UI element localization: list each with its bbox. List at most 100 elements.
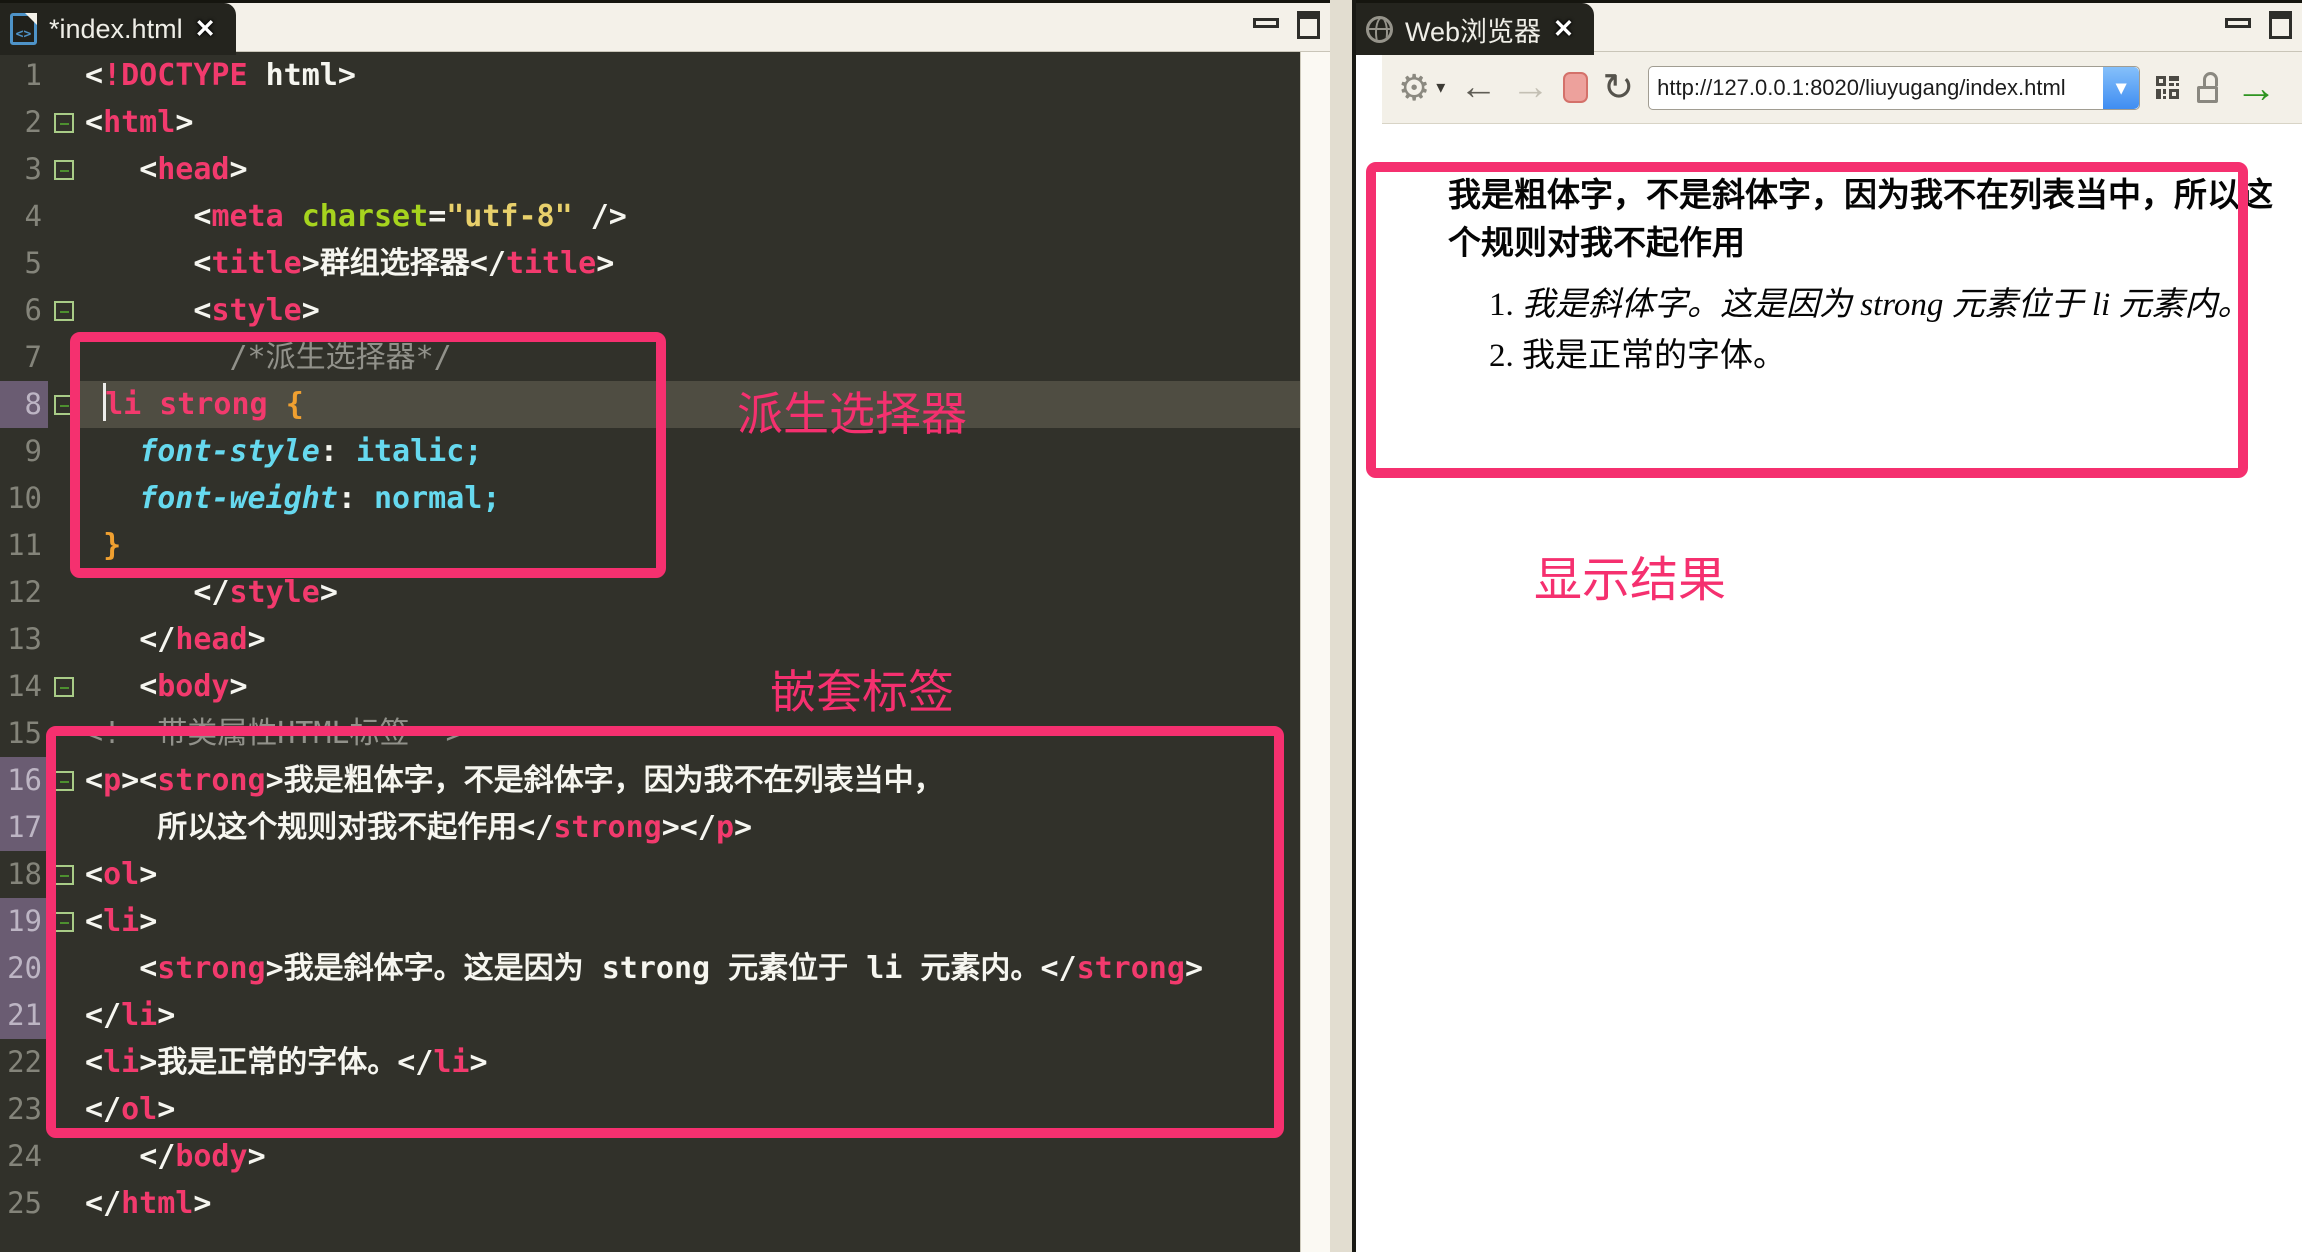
qr-code-icon[interactable] [2154,74,2181,101]
fold-marker[interactable] [48,851,80,898]
fold-marker[interactable] [48,381,80,428]
line-number: 10 [7,481,42,515]
code-line[interactable]: 24 </body> [0,1133,1300,1180]
code-text: <style> [193,293,320,328]
fold-marker[interactable] [48,663,80,710]
code-line[interactable]: 19 <li> [0,898,1300,945]
code-line[interactable]: 6 <style> [0,287,1300,334]
line-number: 17 [0,804,48,851]
rendered-bold-paragraph: 我是粗体字，不是斜体字，因为我不在列表当中，所以这个规则对我不起作用 [1448,178,2273,262]
code-text: <p><strong>我是粗体字，不是斜体字，因为我不在列表当中， [85,763,944,798]
code-line[interactable]: 17 所以这个规则对我不起作用</strong></p> [0,804,1300,851]
gear-icon[interactable]: ⚙ [1398,69,1430,106]
browser-tabbar: Web浏览器 ✕ [1356,0,2302,55]
minimize-icon[interactable] [2225,18,2251,28]
stop-button[interactable] [1563,72,1589,103]
code-line[interactable]: 21 </li> [0,992,1300,1039]
code-text: <ol> [85,857,158,892]
code-text: <li> [85,904,158,939]
maximize-icon[interactable] [1297,11,1320,39]
code-text: <strong>我是斜体字。这是因为 strong 元素位于 li 元素内。</… [139,951,1203,986]
close-icon[interactable]: ✕ [1553,14,1574,44]
code-text: <title>群组选择器</title> [193,246,615,281]
code-line[interactable]: 13 </head> [0,616,1300,663]
url-input[interactable] [1648,65,2141,110]
code-line[interactable]: 14 <body> [0,663,1300,710]
globe-icon [1366,15,1393,43]
code-text: <meta charset="utf-8" /> [193,199,627,234]
code-text: <head> [139,152,248,187]
code-line[interactable]: 1 <!DOCTYPE html> [0,52,1300,99]
refresh-icon[interactable]: ↻ [1602,65,1634,110]
editor-tab-title: *index.html [49,13,183,44]
code-line[interactable]: 16 <p><strong>我是粗体字，不是斜体字，因为我不在列表当中， [0,757,1300,804]
list-item: 我是斜体字。这是因为 strong 元素位于 li 元素内。 [1522,282,2268,329]
code-line[interactable]: 9 font-style: italic; [0,428,1300,475]
code-line[interactable]: 4 <meta charset="utf-8" /> [0,193,1300,240]
maximize-icon[interactable] [2269,11,2292,39]
line-number: 7 [24,340,42,374]
pane-divider[interactable] [1330,0,1356,1252]
unlocked-padlock-icon[interactable] [2195,71,2221,105]
code-line[interactable]: 23 </ol> [0,1086,1300,1133]
code-line[interactable]: 3 <head> [0,146,1300,193]
fold-marker[interactable] [48,898,80,945]
code-line[interactable]: 20 <strong>我是斜体字。这是因为 strong 元素位于 li 元素内… [0,945,1300,992]
code-text: <!--带类属性HTML标签--> [85,716,464,751]
code-editor[interactable]: 1 <!DOCTYPE html> 2 <html> 3 <head> 4 <meta c… [0,52,1300,1252]
editor-scrollbar[interactable] [1300,52,1330,1252]
code-line[interactable]: 8 li strong { [0,381,1300,428]
line-number: 18 [7,857,42,891]
line-number: 4 [24,199,42,233]
line-number: 15 [7,716,42,750]
forward-icon[interactable]: → [1511,66,1549,109]
code-line[interactable]: 22 <li>我是正常的字体。</li> [0,1039,1300,1086]
code-text: li strong { [80,381,304,428]
code-line[interactable]: 10 font-weight: normal; [0,475,1300,522]
code-line[interactable]: 15 <!--带类属性HTML标签--> [0,710,1300,757]
line-number: 24 [7,1139,42,1173]
code-line[interactable]: 25 </html> [0,1180,1300,1227]
line-number: 23 [7,1092,42,1126]
fold-marker[interactable] [48,757,80,804]
tab-index-html[interactable]: <> *index.html ✕ [0,3,236,55]
fold-marker[interactable] [48,146,80,193]
code-line[interactable]: 11 } [0,522,1300,569]
url-dropdown-button[interactable]: ▾ [2103,66,2140,109]
code-text: 所以这个规则对我不起作用</strong></p> [85,810,753,845]
back-icon[interactable]: ← [1459,66,1497,109]
gear-menu-caret-icon[interactable]: ▾ [1436,77,1445,98]
code-text: </html> [85,1186,212,1221]
fold-marker[interactable] [48,99,80,146]
close-icon[interactable]: ✕ [195,14,216,44]
line-number: 2 [24,105,42,139]
browser-pane-body: Web浏览器 ✕ ⚙ ▾ ← → ↻ ▾ → [1356,0,2302,1252]
line-number: 6 [24,293,42,327]
code-line[interactable]: 2 <html> [0,99,1300,146]
code-line[interactable]: 18 <ol> [0,851,1300,898]
go-arrow-icon[interactable]: → [2235,64,2277,112]
code-text: /*派生选择器*/ [229,340,452,375]
minimize-icon[interactable] [1253,18,1279,28]
tab-web-browser[interactable]: Web浏览器 ✕ [1356,3,1594,55]
code-line[interactable]: 12 </style> [0,569,1300,616]
rendered-ordered-list: 我是斜体字。这是因为 strong 元素位于 li 元素内。我是正常的字体。 [1448,282,2268,384]
code-line[interactable]: 7 /*派生选择器*/ [0,334,1300,381]
fold-marker[interactable] [48,287,80,334]
code-text: font-weight: normal; [139,481,501,516]
code-line[interactable]: 5 <title>群组选择器</title> [0,240,1300,287]
browser-toolbar: ⚙ ▾ ← → ↻ ▾ → [1382,52,2302,124]
